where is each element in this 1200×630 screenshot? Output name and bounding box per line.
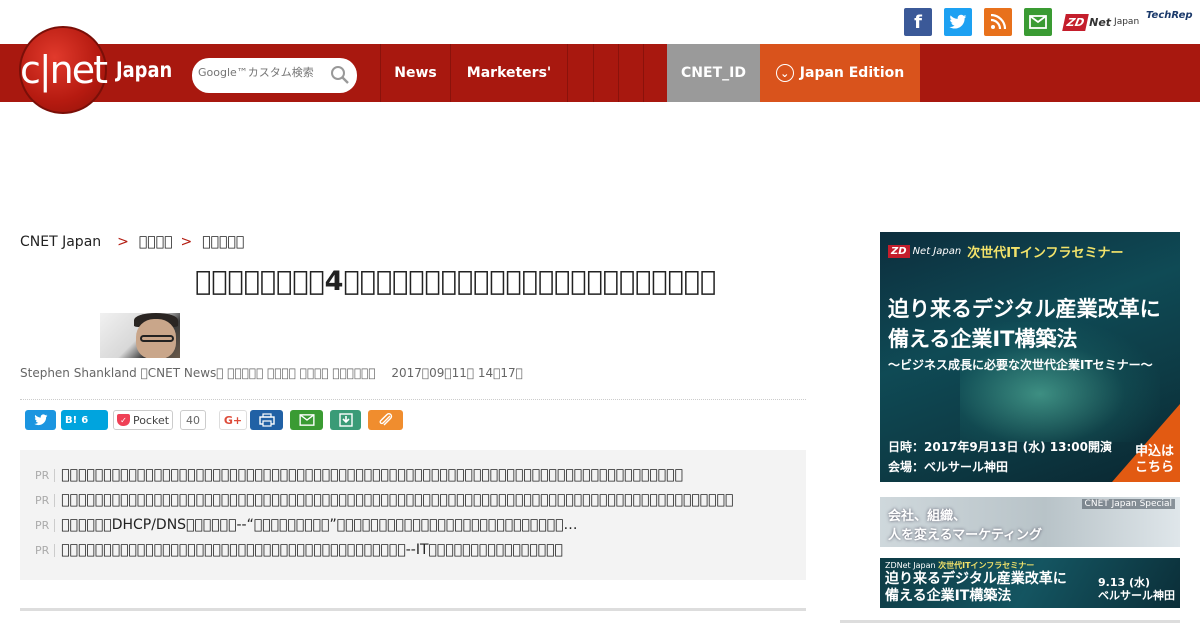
- ad-subheading: 〜ビジネス成長に必要な次世代企業ITセミナー〜: [888, 358, 1153, 372]
- content-bottom-divider: [20, 608, 806, 611]
- ad-marketing-line2: 人を変えるマーケティング: [888, 528, 1043, 543]
- nav-item-3[interactable]: [618, 44, 643, 102]
- download-icon: [338, 413, 353, 427]
- rss-icon[interactable]: [984, 8, 1012, 36]
- hatena-bookmark-icon: B!: [65, 414, 78, 426]
- print-icon: [258, 413, 275, 427]
- pr-links-box: PR                                      …: [20, 450, 806, 580]
- article-title:         4                       : [195, 266, 717, 297]
- pocket-icon: ✓: [116, 414, 130, 426]
- pr-tag: PR: [35, 543, 56, 557]
- breadcrumb: CNET Japan >      >      : [20, 234, 244, 250]
- pr-link[interactable]: PR                                      …: [35, 490, 733, 510]
- ad-date: 日時：2017年9月13日 (水) 13:00開演: [888, 440, 1112, 454]
- share-pocket-button[interactable]: ✓ Pocket: [113, 410, 173, 430]
- pr-link-text:       DHCP/DNS      --“         ”       …: [61, 517, 578, 533]
- cnet-logo-japan[interactable]: Japan: [116, 58, 172, 82]
- pr-link-text:                                         …: [61, 467, 683, 483]
- search-icon[interactable]: [329, 64, 351, 86]
- top-social-bar: f ZD Net Japan TechRep: [0, 0, 1200, 44]
- ad-small-date: 9.13 (水) ベルサール神田: [1098, 576, 1175, 602]
- ad-marketing-line1: 会社、組織、: [888, 509, 967, 524]
- search-box: [192, 58, 357, 93]
- zdnet-sub: Japan: [1114, 17, 1140, 27]
- chevron-down-icon: ⌄: [775, 64, 794, 82]
- author-photo-glasses: [140, 335, 174, 342]
- ad-small-venue: ベルサール神田: [1098, 589, 1175, 602]
- zdnet-text: Net: [1089, 15, 1112, 29]
- search-input[interactable]: [198, 66, 328, 79]
- ad-special-tag: CNET Japan Special: [1081, 499, 1175, 509]
- ad-small-headline: 迫り来るデジタル産業改革に 備える企業IT構築法: [885, 571, 1067, 605]
- pr-tag: PR: [35, 468, 56, 482]
- breadcrumb-separator: >: [117, 234, 129, 250]
- pr-link[interactable]: PR       DHCP/DNS      --“         ”    …: [35, 515, 578, 535]
- share-twitter-button[interactable]: [25, 410, 56, 430]
- ad-banner-seminar-small[interactable]: ZDNet Japan 次世代ITインフラセミナー 迫り来るデジタル産業改革に …: [880, 558, 1180, 608]
- ad-cta-line1: 申込は: [1134, 444, 1174, 459]
- pocket-label: Pocket: [132, 413, 170, 427]
- ad-cta-button[interactable]: 申込は こちら: [1135, 444, 1174, 476]
- share-gplus-button[interactable]: G+: [219, 410, 247, 430]
- ad-headline-line1: 迫り来るデジタル産業改革に: [888, 297, 1161, 321]
- share-hatena-button[interactable]: B! 6: [61, 410, 108, 430]
- ad-venue: 会場：ベルサール神田: [888, 460, 1009, 474]
- pr-link[interactable]: PR                                      …: [35, 465, 683, 485]
- pocket-count: 40: [180, 410, 206, 430]
- ad-zdnet-badge: ZD: [888, 245, 910, 258]
- share-mail-button[interactable]: [290, 410, 323, 430]
- pr-link-text:                                         …: [61, 542, 563, 558]
- edition-label: Japan Edition: [799, 65, 905, 81]
- nav-cnet-id[interactable]: CNET_ID: [667, 44, 760, 102]
- ad-small-date-text: 9.13 (水): [1098, 576, 1151, 589]
- nav-item-1[interactable]: [567, 44, 593, 102]
- ad-header: ZD Net Japan 次世代ITインフラセミナー: [888, 242, 1124, 261]
- ad-banner-seminar[interactable]: ZD Net Japan 次世代ITインフラセミナー 迫り来るデジタル産業改革に…: [880, 232, 1180, 482]
- breadcrumb-level1[interactable]:     : [139, 234, 173, 250]
- share-print-button[interactable]: [250, 410, 283, 430]
- nav-item-2[interactable]: [593, 44, 618, 102]
- byline-divider: [20, 399, 806, 400]
- techrepublic-logo[interactable]: TechRep: [1146, 10, 1193, 21]
- ad-cta-line2: こちら: [1134, 460, 1174, 475]
- pr-tag: PR: [35, 493, 56, 507]
- share-clip-button[interactable]: [368, 410, 403, 430]
- twitter-icon: [33, 414, 47, 426]
- ad-small-header: ZDNet Japan 次世代ITインフラセミナー: [885, 560, 1034, 571]
- zdnet-japan-logo[interactable]: ZD Net Japan: [1062, 9, 1140, 35]
- mail-icon: [298, 414, 315, 426]
- nav-item-4[interactable]: [643, 44, 667, 102]
- nav-marketers[interactable]: Marketers': [450, 44, 567, 102]
- ad-heading: 次世代ITインフラセミナー: [967, 246, 1124, 261]
- breadcrumb-root[interactable]: CNET Japan: [20, 234, 101, 250]
- twitter-icon[interactable]: [944, 8, 972, 36]
- cnet-logo-text: c|net: [19, 48, 108, 92]
- author-photo[interactable]: [100, 313, 180, 358]
- sidebar-bottom-divider: [840, 620, 1180, 623]
- zdnet-badge: ZD: [1062, 13, 1089, 31]
- facebook-icon[interactable]: f: [904, 8, 932, 36]
- article-byline: Stephen Shankland  CNET News            …: [20, 366, 523, 380]
- mail-icon[interactable]: [1024, 8, 1052, 36]
- breadcrumb-level2[interactable]:      : [202, 234, 244, 250]
- paperclip-icon: [379, 413, 392, 426]
- ad-small-line2: 備える企業IT構築法: [885, 588, 1012, 604]
- nav-edition-selector[interactable]: ⌄ Japan Edition: [760, 44, 920, 102]
- ad-zdnet-text: Net Japan: [912, 246, 962, 257]
- hatena-count: 6: [81, 414, 89, 426]
- pr-link[interactable]: PR                                      …: [35, 540, 563, 560]
- share-download-button[interactable]: [330, 410, 361, 430]
- breadcrumb-separator: >: [180, 234, 193, 250]
- ad-banner-marketing[interactable]: CNET Japan Special 会社、組織、 人を変えるマーケティング: [880, 497, 1180, 547]
- ad-small-line1: 迫り来るデジタル産業改革に: [885, 571, 1067, 587]
- ad-headline: 迫り来るデジタル産業改革に 備える企業IT構築法: [888, 294, 1161, 354]
- ad-small-heading: 次世代ITインフラセミナー: [938, 561, 1035, 570]
- pr-tag: PR: [35, 518, 56, 532]
- pr-link-text:                                         …: [61, 492, 734, 508]
- ad-small-brand: ZDNet Japan: [885, 561, 936, 570]
- nav-news[interactable]: News: [380, 44, 450, 102]
- ad-headline-line2: 備える企業IT構築法: [888, 327, 1078, 351]
- cnet-logo[interactable]: c|net: [19, 26, 108, 114]
- techrepublic-text: TechRep: [1146, 10, 1193, 21]
